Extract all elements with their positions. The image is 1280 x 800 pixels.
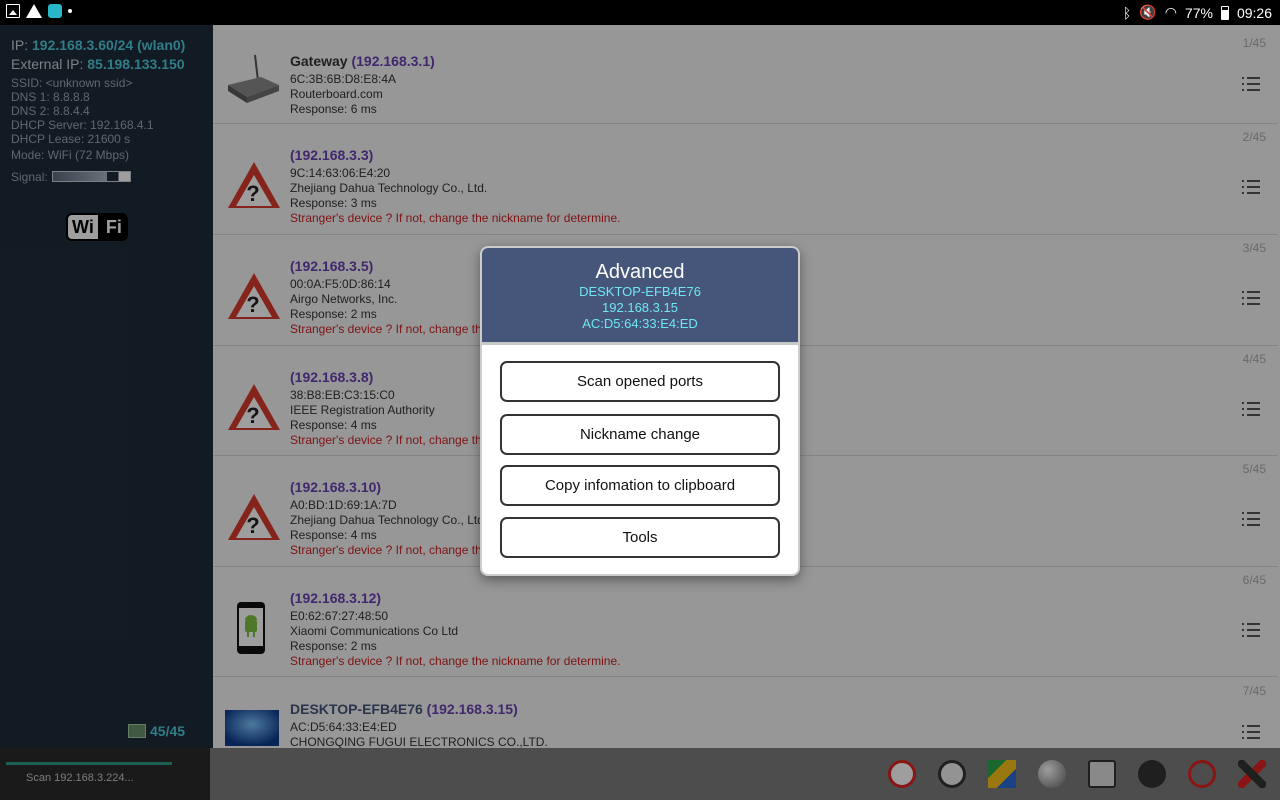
wifi-icon: ◠	[1164, 4, 1177, 20]
advanced-dialog: Advanced DESKTOP-EFB4E76 192.168.3.15 AC…	[480, 246, 800, 576]
status-bar: ᛒ 🔇 ◠ 77% 09:26	[0, 0, 1280, 25]
tools-button[interactable]: Tools	[500, 517, 780, 558]
scan-ports-button[interactable]: Scan opened ports	[500, 361, 780, 402]
more-notifications-icon	[68, 9, 72, 13]
app-notification-icon	[48, 4, 62, 18]
nickname-change-button[interactable]: Nickname change	[500, 414, 780, 455]
dialog-ip: 192.168.3.15	[602, 300, 678, 315]
battery-icon	[1220, 5, 1229, 20]
dialog-mac: AC:D5:64:33:E4:ED	[582, 316, 698, 331]
battery-percent: 77%	[1184, 4, 1213, 21]
dialog-header: Advanced DESKTOP-EFB4E76 192.168.3.15 AC…	[482, 248, 798, 345]
image-icon	[6, 4, 20, 18]
warning-icon	[26, 4, 42, 18]
clock: 09:26	[1236, 4, 1272, 21]
mute-icon: 🔇	[1139, 4, 1157, 20]
bluetooth-icon: ᛒ	[1122, 4, 1132, 21]
copy-info-button[interactable]: Copy infomation to clipboard	[500, 465, 780, 506]
dialog-hostname: DESKTOP-EFB4E76	[579, 284, 701, 299]
dialog-title: Advanced	[595, 261, 685, 283]
